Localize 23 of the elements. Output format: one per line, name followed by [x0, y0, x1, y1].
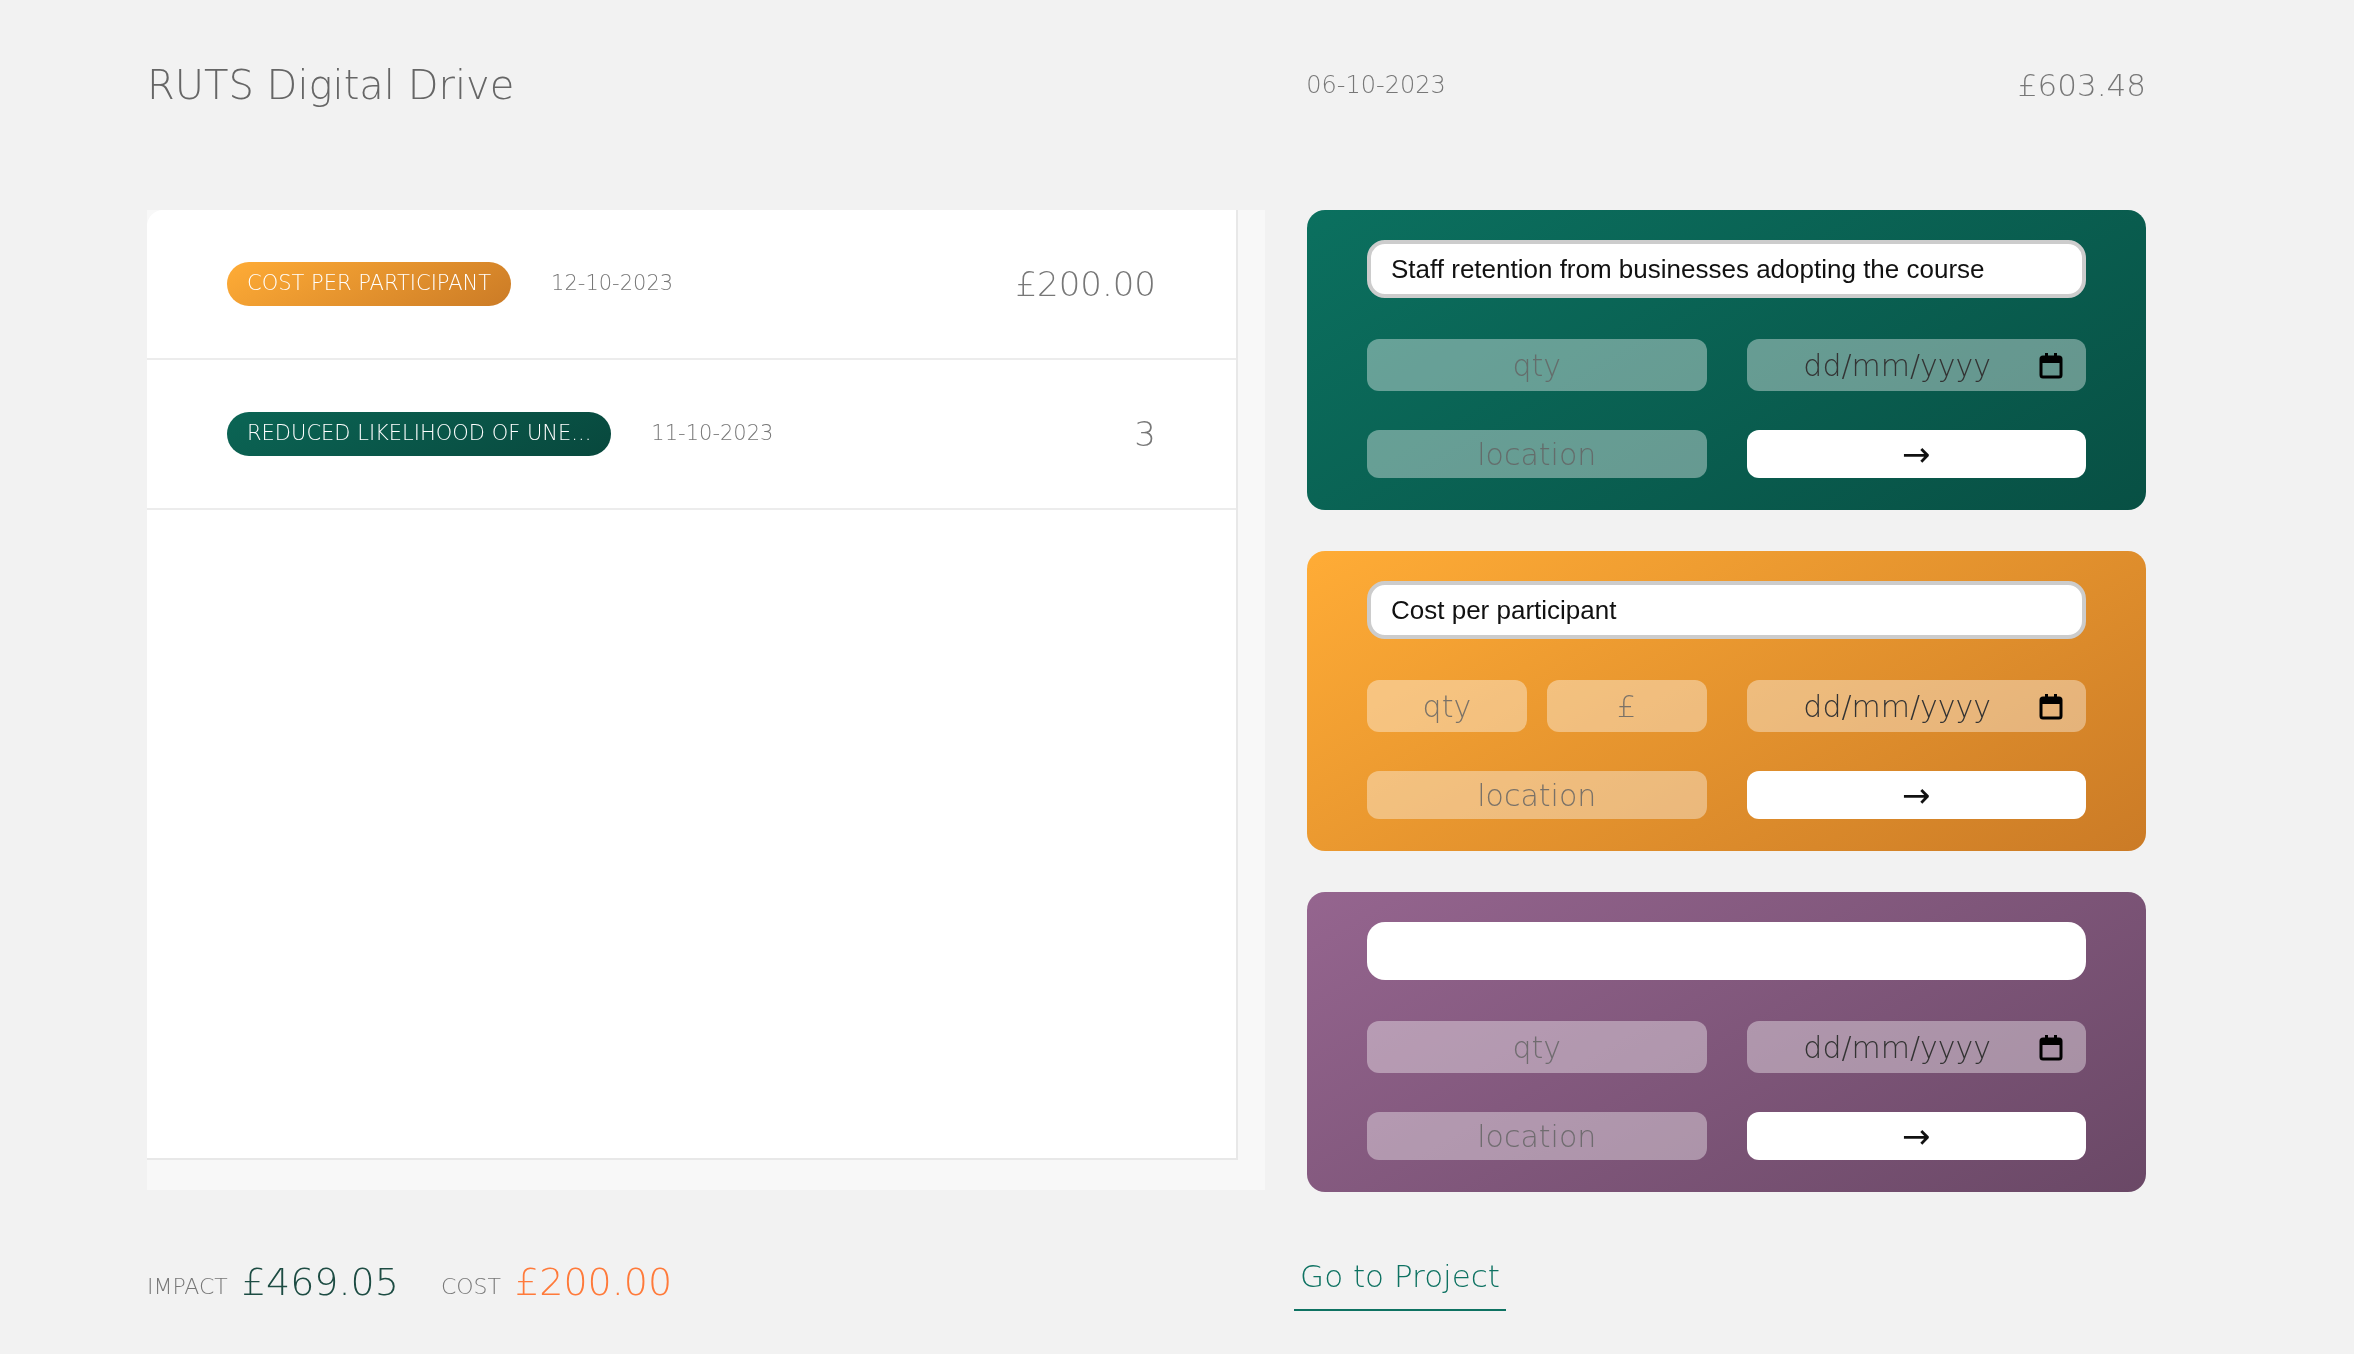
- calendar-icon[interactable]: [2038, 693, 2064, 721]
- title-field[interactable]: [1367, 922, 2086, 980]
- total-amount: £603.48: [2017, 65, 2146, 105]
- header-date: 06-10-2023: [1306, 70, 1446, 101]
- entry-value: 3: [1134, 412, 1156, 456]
- cost-value: £200.00: [515, 1258, 673, 1306]
- impact-value: £469.05: [241, 1258, 399, 1306]
- impact-label: IMPACT: [147, 1272, 228, 1301]
- cost-label: COST: [440, 1272, 502, 1301]
- category-tag: COST PER PARTICIPANT: [227, 262, 512, 306]
- entry-date: 11-10-2023: [651, 420, 774, 448]
- page-title: RUTS Digital Drive: [147, 61, 515, 110]
- title-field[interactable]: Cost per participant: [1367, 581, 2086, 639]
- submit-button[interactable]: →: [1746, 1112, 2086, 1160]
- project-link[interactable]: Go to Project: [1294, 1252, 1506, 1312]
- title-field[interactable]: Staff retention from businesses adopting the course: [1367, 240, 2086, 298]
- submit-button[interactable]: →: [1746, 771, 2086, 819]
- calendar-icon[interactable]: [2038, 1034, 2064, 1062]
- entry-value: £200.00: [1015, 262, 1156, 306]
- entry-date: 12-10-2023: [551, 270, 674, 298]
- category-tag: REDUCED LIKELIHOOD OF UNE...: [227, 412, 612, 456]
- submit-button[interactable]: →: [1746, 430, 2086, 478]
- calendar-icon[interactable]: [2038, 352, 2064, 380]
